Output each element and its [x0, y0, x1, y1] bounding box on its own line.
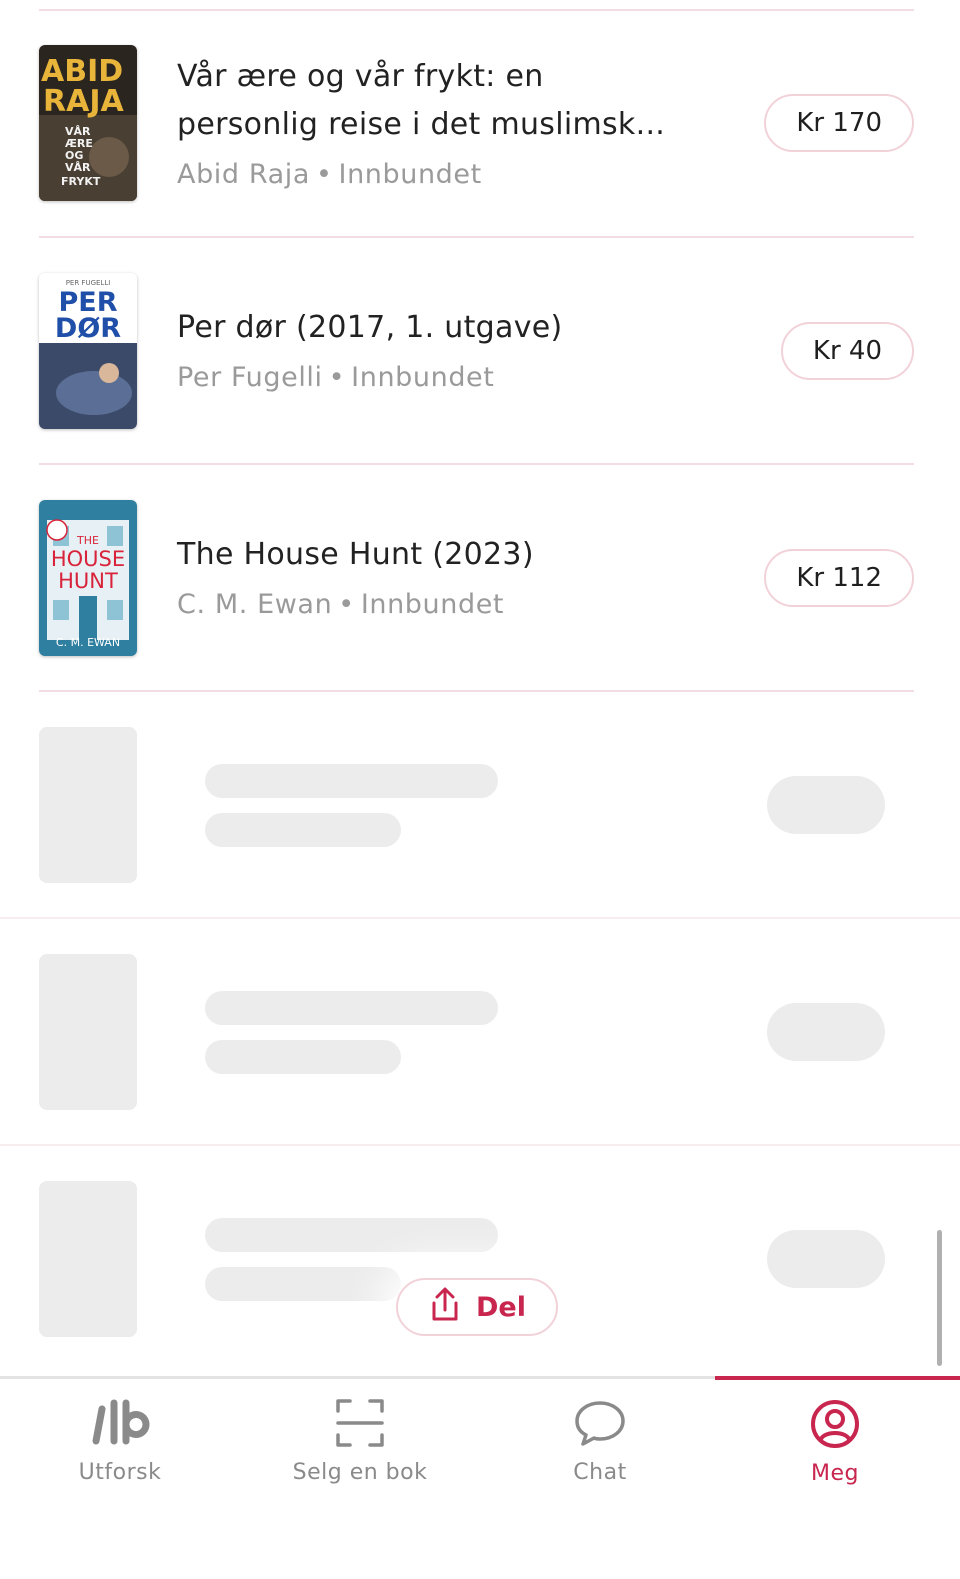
- list-item[interactable]: THE HOUSE HUNT C. M. EWAN The House Hunt…: [0, 465, 960, 691]
- book-format: Innbundet: [360, 589, 505, 620]
- nav-item-selg-en-bok[interactable]: Selg en bok: [240, 1379, 480, 1579]
- skeleton-title: [205, 991, 498, 1025]
- skeleton-subtitle: [205, 1267, 401, 1301]
- cover-text: HOUSE: [51, 547, 125, 571]
- book-meta: Per Fugelli • Innbundet: [177, 362, 494, 393]
- book-meta: C. M. Ewan • Innbundet: [177, 589, 504, 620]
- chat-bubble-icon: [480, 1397, 720, 1449]
- book-cover-art: ABID RAJA VÅR ÆRE OG VÅR FRYKT: [39, 45, 137, 201]
- share-icon-svg: [432, 1287, 458, 1321]
- skeleton-cover: [39, 954, 137, 1110]
- share-icon: [428, 1286, 462, 1328]
- book-meta: Abid Raja • Innbundet: [177, 159, 482, 190]
- cover-text: FRYKT: [61, 175, 101, 188]
- book-title-line: Vår ære og vår frykt: en: [177, 59, 544, 94]
- scan-icon-svg: [336, 1399, 384, 1447]
- brand-logo-svg: [92, 1399, 150, 1445]
- book-title-line: Per dør (2017, 1. utgave): [177, 310, 563, 345]
- skeleton-cover: [39, 727, 137, 883]
- nav-label: Chat: [573, 1460, 627, 1485]
- book-author: C. M. Ewan: [177, 589, 333, 620]
- skeleton-subtitle: [205, 813, 401, 847]
- cover-text: HUNT: [58, 569, 118, 593]
- nav-label: Selg en bok: [292, 1460, 428, 1485]
- divider: [0, 917, 960, 919]
- book-title: Vår ære og vår frykt: en personlig reise…: [177, 53, 665, 149]
- price-badge[interactable]: Kr 112: [764, 549, 914, 607]
- brand-logo-icon: [0, 1397, 240, 1449]
- skeleton-price: [767, 776, 885, 834]
- scrollbar[interactable]: [937, 1230, 942, 1366]
- divider: [0, 1144, 960, 1146]
- skeleton-price: [767, 1230, 885, 1288]
- book-format: Innbundet: [338, 159, 482, 190]
- skeleton-price: [767, 1003, 885, 1061]
- skeleton-subtitle: [205, 1040, 401, 1074]
- book-format: Innbundet: [351, 362, 495, 393]
- cover-text: VÅR: [65, 161, 91, 174]
- book-title-line: The House Hunt (2023): [177, 537, 534, 572]
- nav-item-utforsk[interactable]: Utforsk: [0, 1379, 240, 1579]
- book-cover-art: THE HOUSE HUNT C. M. EWAN: [39, 500, 137, 656]
- book-cover: THE HOUSE HUNT C. M. EWAN: [39, 500, 137, 656]
- book-cover: PER FUGELLI PER DØR: [39, 273, 137, 429]
- book-title-line: personlig reise i det muslimsk...: [177, 107, 666, 142]
- bottom-nav: Utforsk Selg en bok Chat Meg: [0, 1376, 960, 1579]
- nav-label: Utforsk: [78, 1460, 162, 1485]
- list-item[interactable]: ABID RAJA VÅR ÆRE OG VÅR FRYKT Vår ære o…: [0, 11, 960, 237]
- skeleton-title: [205, 764, 498, 798]
- cover-text: RAJA: [43, 84, 124, 119]
- book-cover: ABID RAJA VÅR ÆRE OG VÅR FRYKT: [39, 45, 137, 201]
- nav-label: Meg: [811, 1461, 859, 1486]
- skeleton-title: [205, 1218, 498, 1252]
- book-author: Per Fugelli: [177, 362, 323, 393]
- cover-text: C. M. EWAN: [56, 636, 120, 649]
- separator: •: [316, 159, 333, 190]
- book-title: The House Hunt (2023): [177, 531, 534, 579]
- list-item[interactable]: PER FUGELLI PER DØR Per dør (2017, 1. ut…: [0, 238, 960, 464]
- share-label: Del: [476, 1291, 526, 1323]
- price-badge[interactable]: Kr 40: [780, 322, 914, 380]
- user-profile-icon: [715, 1398, 955, 1450]
- book-author: Abid Raja: [177, 159, 310, 190]
- share-button[interactable]: Del: [396, 1278, 558, 1336]
- skeleton-cover: [39, 1181, 137, 1337]
- separator: •: [328, 362, 346, 393]
- cover-text: PER FUGELLI: [66, 279, 111, 287]
- chat-bubble-svg: [575, 1401, 625, 1446]
- cover-text: THE: [76, 534, 99, 547]
- user-profile-svg: [811, 1400, 859, 1448]
- price-badge[interactable]: Kr 170: [764, 94, 914, 152]
- nav-item-meg[interactable]: Meg: [715, 1376, 960, 1579]
- separator: •: [338, 589, 355, 620]
- divider: [39, 690, 914, 692]
- book-cover-art: PER FUGELLI PER DØR: [39, 273, 137, 429]
- nav-item-chat[interactable]: Chat: [480, 1379, 720, 1579]
- scan-icon: [240, 1397, 480, 1449]
- cover-text: DØR: [55, 313, 121, 344]
- book-title: Per dør (2017, 1. utgave): [177, 304, 563, 352]
